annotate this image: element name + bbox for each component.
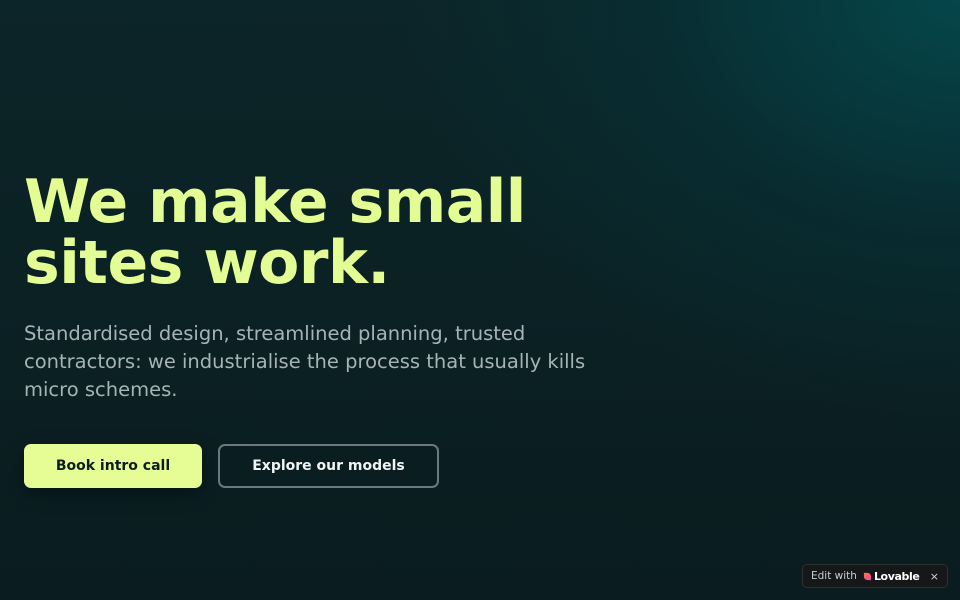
hero-content: We make small sites work. Standardised d… <box>24 172 644 404</box>
hero-section: We make small sites work. Standardised d… <box>0 0 960 600</box>
heart-icon <box>863 572 872 581</box>
hero-subheading: Standardised design, streamlined plannin… <box>24 322 586 401</box>
close-icon[interactable]: × <box>930 571 939 582</box>
hero-headline-line-1: We make small <box>24 167 526 237</box>
lovable-logo-text: Lovable <box>873 569 920 583</box>
hero-cta-group: Book intro call Explore our models <box>24 444 439 488</box>
hero-headline-line-2: sites work. <box>24 228 390 298</box>
edit-with-label: Edit with <box>811 570 857 582</box>
edit-with-lovable-badge[interactable]: Edit with Lovable × <box>802 564 948 588</box>
book-intro-call-button[interactable]: Book intro call <box>24 444 202 488</box>
explore-models-button[interactable]: Explore our models <box>218 444 439 488</box>
hero-headline: We make small sites work. <box>24 172 644 294</box>
